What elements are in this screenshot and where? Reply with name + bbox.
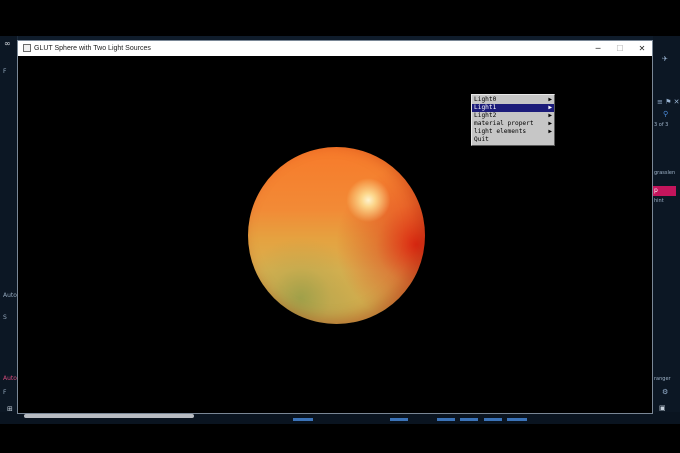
background-right-label: ranger bbox=[654, 376, 671, 382]
background-left-label: F bbox=[3, 68, 7, 75]
toolbar-icons[interactable]: ≡ ⚑ ✕ bbox=[657, 98, 679, 106]
background-right-label: hint bbox=[654, 198, 664, 204]
taskbar-item[interactable] bbox=[390, 418, 408, 421]
horizontal-scrollbar-thumb[interactable] bbox=[24, 414, 194, 418]
lit-sphere bbox=[248, 147, 425, 324]
pin-icon[interactable]: ✈ bbox=[662, 55, 668, 63]
submenu-arrow-icon: ▶ bbox=[548, 120, 552, 127]
settings-icon[interactable]: ⚙ bbox=[662, 388, 668, 396]
background-right-label: grasslen bbox=[654, 170, 676, 176]
background-right-badge: p bbox=[652, 186, 676, 196]
notification-icon[interactable]: ▣ bbox=[659, 404, 666, 412]
menu-item-label: light elements bbox=[474, 128, 527, 135]
background-left-label: Auto bbox=[3, 375, 17, 382]
glut-window: GLUT Sphere with Two Light Sources ─ ☐ ✕… bbox=[17, 40, 653, 414]
windows-start-icon[interactable]: ⊞ bbox=[7, 405, 13, 413]
menu-item-label: Light0 bbox=[474, 96, 497, 103]
taskbar-item[interactable] bbox=[460, 418, 478, 421]
menu-item-label: Light1 bbox=[474, 104, 497, 111]
minimize-button[interactable]: ─ bbox=[587, 41, 609, 56]
taskbar-item[interactable] bbox=[293, 418, 313, 421]
menu-item-label: material propert bbox=[474, 120, 534, 127]
background-left-label: Auto bbox=[3, 292, 17, 299]
menu-item-label: Quit bbox=[474, 136, 489, 143]
app-icon bbox=[23, 44, 31, 52]
ide-logo-icon: ∞ bbox=[4, 39, 11, 48]
background-left-panel bbox=[0, 36, 18, 424]
background-left-label: S bbox=[3, 314, 7, 321]
close-button[interactable]: ✕ bbox=[631, 41, 653, 56]
search-icon[interactable]: ⚲ bbox=[663, 110, 668, 118]
menu-item-light0[interactable]: Light0 ▶ bbox=[472, 96, 554, 104]
window-title: GLUT Sphere with Two Light Sources bbox=[34, 45, 151, 52]
submenu-arrow-icon: ▶ bbox=[548, 128, 552, 135]
background-left-label: F bbox=[3, 389, 7, 396]
submenu-arrow-icon: ▶ bbox=[548, 96, 552, 103]
menu-item-light2[interactable]: Light2 ▶ bbox=[472, 112, 554, 120]
background-right-panel bbox=[653, 36, 680, 424]
screen: ∞ F Auto S Auto F ✈ ≡ ⚑ ✕ ⚲ 3 of 3 grass… bbox=[0, 0, 680, 453]
menu-item-light1[interactable]: Light1 ▶ bbox=[472, 104, 554, 112]
background-right-label: 3 of 3 bbox=[654, 122, 669, 128]
submenu-arrow-icon: ▶ bbox=[548, 104, 552, 111]
popup-menu: Light0 ▶ Light1 ▶ Light2 ▶ material propert ▶ li… bbox=[471, 94, 555, 146]
submenu-arrow-icon: ▶ bbox=[548, 112, 552, 119]
window-titlebar[interactable]: GLUT Sphere with Two Light Sources ─ ☐ ✕ bbox=[18, 41, 652, 57]
maximize-button[interactable]: ☐ bbox=[609, 41, 631, 56]
menu-item-quit[interactable]: Quit bbox=[472, 136, 554, 144]
opengl-canvas[interactable]: Light0 ▶ Light1 ▶ Light2 ▶ material propert ▶ li… bbox=[18, 56, 652, 413]
menu-item-material-propert[interactable]: material propert ▶ bbox=[472, 120, 554, 128]
taskbar-item[interactable] bbox=[507, 418, 527, 421]
menu-item-light-elements[interactable]: light elements ▶ bbox=[472, 128, 554, 136]
menu-item-label: Light2 bbox=[474, 112, 497, 119]
taskbar-item[interactable] bbox=[437, 418, 455, 421]
taskbar-item[interactable] bbox=[484, 418, 502, 421]
